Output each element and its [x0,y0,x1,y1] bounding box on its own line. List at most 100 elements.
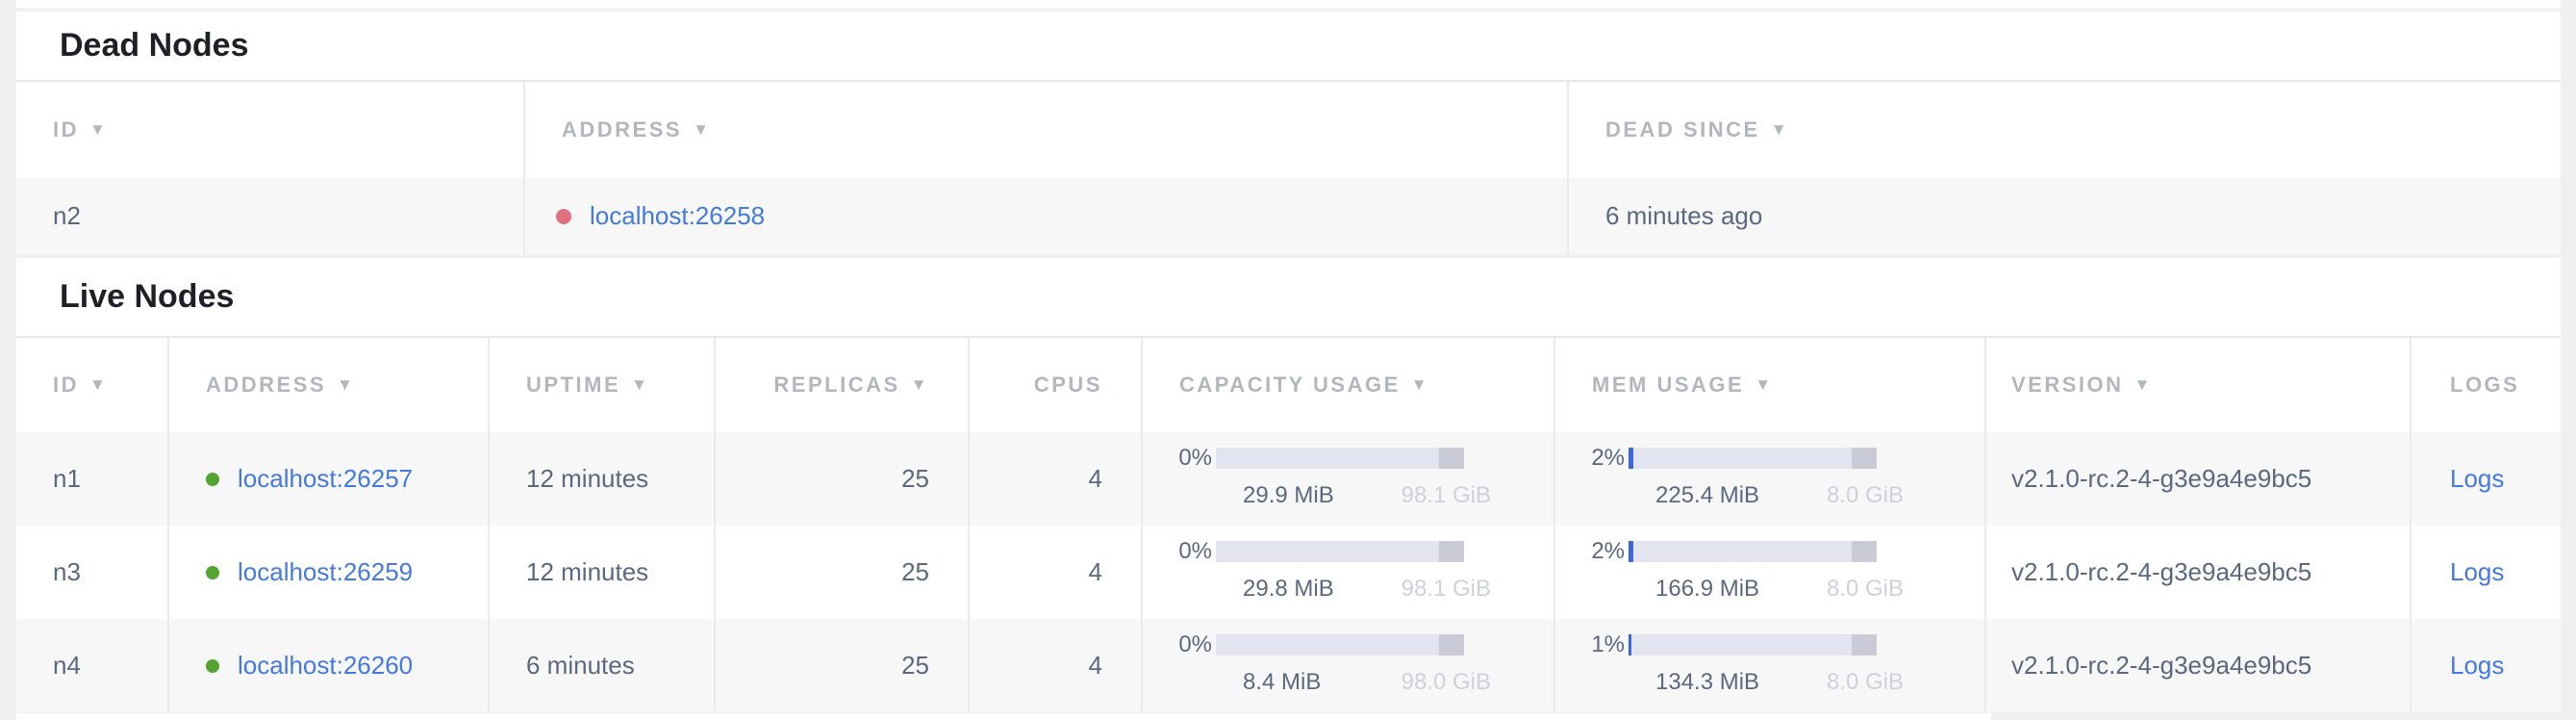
cell-node-id: n2 [16,178,525,254]
capacity-reserved-segment [1439,448,1464,469]
sort-desc-icon: ▼ [2134,375,2153,395]
capacity-reserved-segment [1439,634,1464,656]
cell-node-id: n3 [16,526,169,619]
cell-mem-usage: 1% 134.3 MiB 8.0 GiB [1555,619,1986,712]
cell-logs: Logs [2412,526,2561,619]
sort-desc-icon: ▼ [693,120,711,140]
column-header-id[interactable]: ID ▼ [16,82,525,178]
logs-link[interactable]: Logs [2450,464,2504,494]
logs-link[interactable]: Logs [2450,557,2504,587]
cell-capacity-usage: 0% 8.4 MiB 98.0 GiB [1143,619,1555,712]
column-header-dead-since[interactable]: DEAD SINCE ▼ [1569,82,2561,178]
mem-used-value: 225.4 MiB [1655,482,1759,509]
column-header-label: ID [53,117,79,142]
column-header-replicas[interactable]: REPLICAS ▼ [716,338,970,432]
sort-desc-icon: ▼ [631,375,649,395]
cell-version: v2.1.0-rc.2-4-g3e9a4e9bc5 [1986,432,2412,526]
live-status-icon [206,566,219,579]
column-header-label: ADDRESS [206,373,326,398]
cell-uptime: 12 minutes [490,432,716,526]
live-status-icon [206,659,219,673]
capacity-total-value: 98.1 GiB [1402,576,1491,603]
column-header-address[interactable]: ADDRESS ▼ [169,338,490,432]
capacity-total-value: 98.0 GiB [1402,669,1491,696]
cell-address: localhost:26258 [525,178,1569,254]
table-row: n2 localhost:26258 6 minutes ago [16,178,2561,254]
column-header-capacity-usage[interactable]: CAPACITY USAGE ▼ [1143,338,1555,432]
mem-usage-bar [1629,541,1877,562]
mem-total-value: 8.0 GiB [1827,576,1904,603]
cell-cpus: 4 [970,432,1143,526]
mem-percent: 1% [1582,631,1625,658]
cell-address: localhost:26259 [169,526,490,619]
cell-version: v2.1.0-rc.2-4-g3e9a4e9bc5 [1986,619,2412,712]
node-address-link[interactable]: localhost:26259 [238,557,413,587]
column-header-uptime[interactable]: UPTIME ▼ [490,338,716,432]
column-header-cpus: CPUS [970,338,1143,432]
column-header-label: VERSION [2011,373,2124,398]
column-header-label: LOGS [2450,373,2519,398]
capacity-total-value: 98.1 GiB [1402,482,1491,509]
node-address-link[interactable]: localhost:26257 [238,464,413,494]
column-header-label: MEM USAGE [1592,373,1744,398]
capacity-usage-bar [1216,448,1464,469]
cell-capacity-usage: 0% 29.8 MiB 98.1 GiB [1143,526,1555,619]
live-nodes-header-row: ID ▼ ADDRESS ▼ UPTIME ▼ REPLICAS ▼ CPUS … [16,338,2561,432]
logs-link[interactable]: Logs [2450,651,2504,681]
cell-address: localhost:26257 [169,432,490,526]
sort-desc-icon: ▼ [1755,375,1773,395]
next-card-edge [16,713,1991,720]
mem-total-value: 8.0 GiB [1827,482,1904,509]
column-header-address[interactable]: ADDRESS ▼ [525,82,1569,178]
mem-used-value: 166.9 MiB [1655,576,1759,603]
column-header-version[interactable]: VERSION ▼ [1986,338,2412,432]
column-header-id[interactable]: ID ▼ [16,338,169,432]
table-row: n1 localhost:26257 12 minutes 25 4 0% 29… [16,432,2561,526]
column-header-mem-usage[interactable]: MEM USAGE ▼ [1555,338,1986,432]
table-row: n4 localhost:26260 6 minutes 25 4 0% 8.4… [16,619,2561,712]
capacity-used-value: 29.9 MiB [1243,482,1334,509]
cell-node-id: n4 [16,619,169,712]
node-address-link[interactable]: localhost:26260 [238,651,413,681]
cell-address: localhost:26260 [169,619,490,712]
cell-version: v2.1.0-rc.2-4-g3e9a4e9bc5 [1986,526,2412,619]
cell-cpus: 4 [970,526,1143,619]
mem-usage-bar [1629,634,1877,656]
mem-used-value: 134.3 MiB [1655,669,1759,696]
top-card-edge [16,0,2561,8]
capacity-used-value: 8.4 MiB [1243,669,1321,696]
cell-uptime: 6 minutes [490,619,716,712]
mem-percent: 2% [1582,538,1625,565]
cell-mem-usage: 2% 166.9 MiB 8.0 GiB [1555,526,1986,619]
sort-desc-icon: ▼ [1411,375,1429,395]
column-header-label: REPLICAS [773,373,899,398]
column-header-label: ADDRESS [562,117,682,142]
capacity-reserved-segment [1439,541,1464,562]
dead-nodes-title: Dead Nodes [16,12,2561,82]
cell-mem-usage: 2% 225.4 MiB 8.0 GiB [1555,432,1986,526]
table-row: n3 localhost:26259 12 minutes 25 4 0% 29… [16,526,2561,619]
capacity-percent: 0% [1170,631,1212,658]
column-header-label: UPTIME [526,373,620,398]
cell-replicas: 25 [716,526,970,619]
capacity-used-value: 29.8 MiB [1243,576,1334,603]
mem-usage-fill [1629,448,1633,469]
dead-nodes-header-row: ID ▼ ADDRESS ▼ DEAD SINCE ▼ [16,82,2561,178]
cell-replicas: 25 [716,432,970,526]
live-nodes-title: Live Nodes [16,258,2561,338]
sort-desc-icon: ▼ [337,375,355,395]
sort-desc-icon: ▼ [1771,120,1789,140]
mem-usage-fill [1629,541,1633,562]
capacity-percent: 0% [1170,445,1212,472]
mem-total-value: 8.0 GiB [1827,669,1904,696]
column-header-logs: LOGS [2412,338,2561,432]
sort-desc-icon: ▼ [89,375,108,395]
column-header-label: CAPACITY USAGE [1179,373,1401,398]
live-status-icon [206,473,219,486]
mem-percent: 2% [1582,445,1625,472]
node-address-link[interactable]: localhost:26258 [590,201,765,231]
live-nodes-section: Live Nodes ID ▼ ADDRESS ▼ UPTIME ▼ REPLI… [16,258,2561,712]
mem-usage-bar [1629,448,1877,469]
cell-capacity-usage: 0% 29.9 MiB 98.1 GiB [1143,432,1555,526]
mem-reserved-segment [1852,634,1877,656]
